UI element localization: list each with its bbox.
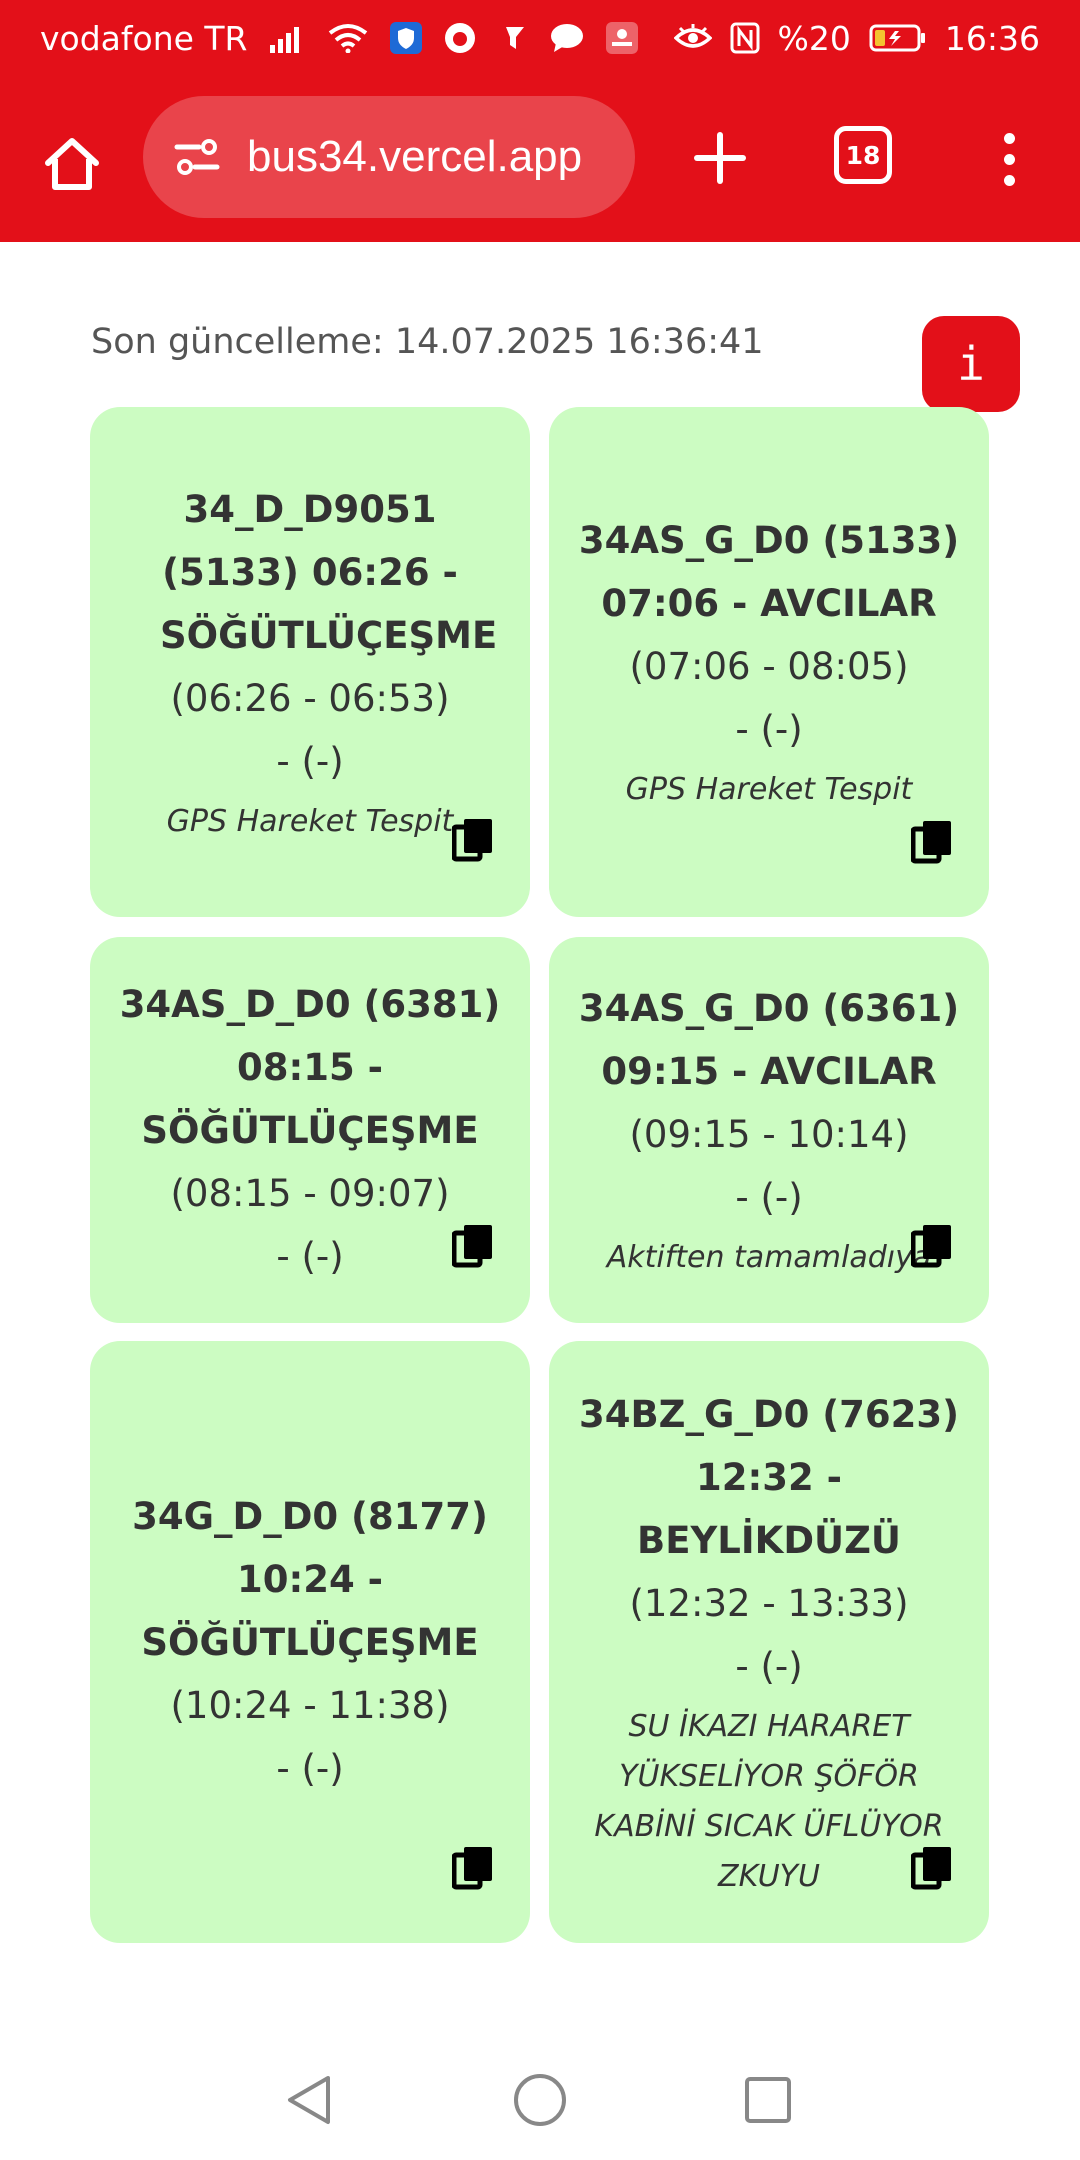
- trip-note: Aktiften tamamladıya: [606, 1240, 932, 1275]
- site-settings-icon[interactable]: [173, 137, 221, 177]
- shield-app-icon: [389, 22, 422, 54]
- plus-icon: [694, 132, 746, 184]
- recents-button[interactable]: [738, 2070, 798, 2130]
- trip-title: 34G_D_D0 (8177) 10:24 - SÖĞÜTLÜÇEŞME: [132, 1494, 488, 1664]
- trip-card: 34BZ_G_D0 (7623) 12:32 - BEYLİKDÜZÜ (12:…: [549, 1341, 989, 1943]
- square-recents-icon: [745, 2077, 791, 2123]
- pin-icon: [498, 23, 528, 53]
- tab-switcher-button[interactable]: 18: [834, 126, 892, 184]
- copy-icon[interactable]: [911, 1845, 953, 1891]
- battery-icon: [869, 23, 927, 53]
- carrier-name: vodafone TR: [40, 18, 248, 58]
- vodafone-icon: [444, 22, 476, 54]
- chat-icon: [550, 23, 584, 53]
- browser-toolbar: bus34.vercel.app 18: [0, 76, 1080, 242]
- eye-icon: [673, 24, 712, 52]
- trip-time-range: (09:15 - 10:14): [629, 1113, 909, 1156]
- trip-note: SU İKAZI HARARET YÜKSELİYOR ŞÖFÖR KABİNİ…: [594, 1708, 944, 1894]
- trip-title: 34BZ_G_D0 (7623) 12:32 - BEYLİKDÜZÜ: [578, 1392, 960, 1562]
- copy-icon[interactable]: [911, 1223, 953, 1269]
- app-badge-icon: [605, 22, 638, 54]
- trip-time-range: (10:24 - 11:38): [170, 1683, 450, 1727]
- copy-icon[interactable]: [452, 1223, 494, 1269]
- trip-title: 34AS_D_D0 (6381) 08:15 - SÖĞÜTLÜÇEŞME: [119, 982, 501, 1152]
- trip-card: 34AS_G_D0 (6361) 09:15 - AVCILAR (09:15 …: [549, 937, 989, 1323]
- copy-icon[interactable]: [452, 1845, 494, 1891]
- trip-extra: - (-): [276, 1746, 344, 1790]
- signal-icon: [269, 23, 306, 53]
- url-text: bus34.vercel.app: [247, 132, 583, 181]
- circle-home-icon: [514, 2074, 566, 2126]
- trip-extra: - (-): [735, 708, 803, 751]
- copy-icon[interactable]: [452, 817, 494, 863]
- trip-note: GPS Hareket Tespit: [625, 772, 913, 807]
- trip-time-range: (08:15 - 09:07): [170, 1171, 450, 1215]
- trip-extra: - (-): [735, 1176, 803, 1219]
- home-nav-button[interactable]: [510, 2070, 570, 2130]
- trip-note: GPS Hareket Tespit: [166, 803, 454, 839]
- back-icon: [288, 2076, 330, 2124]
- battery-percent: %20: [777, 18, 851, 58]
- trip-title: 34AS_G_D0 (6361) 09:15 - AVCILAR: [578, 987, 960, 1093]
- wifi-icon: [328, 23, 368, 53]
- clock: 16:36: [944, 18, 1040, 58]
- trip-title: 34_D_D9051 (5133) 06:26 - SÖĞÜTLÜÇEŞME: [160, 487, 498, 657]
- trip-time-range: (12:32 - 13:33): [629, 1581, 909, 1625]
- home-icon: [45, 138, 99, 190]
- trip-extra: - (-): [276, 1234, 344, 1278]
- trip-extra: - (-): [276, 739, 344, 783]
- url-bar[interactable]: bus34.vercel.app: [143, 96, 635, 218]
- trip-time-range: (07:06 - 08:05): [629, 645, 909, 688]
- trip-card: 34G_D_D0 (8177) 10:24 - SÖĞÜTLÜÇEŞME (10…: [90, 1341, 530, 1943]
- back-button[interactable]: [279, 2070, 339, 2130]
- trip-card: 34AS_D_D0 (6381) 08:15 - SÖĞÜTLÜÇEŞME (0…: [90, 937, 530, 1323]
- nfc-icon: [730, 22, 760, 54]
- status-bar: vodafone TR %20 16:36: [0, 0, 1080, 76]
- trip-card: 34AS_G_D0 (5133) 07:06 - AVCILAR (07:06 …: [549, 407, 989, 917]
- trip-card: 34_D_D9051 (5133) 06:26 - SÖĞÜTLÜÇEŞME (…: [90, 407, 530, 917]
- new-tab-button[interactable]: [684, 122, 756, 194]
- home-button[interactable]: [36, 128, 108, 200]
- last-update-text: Son güncelleme: 14.07.2025 16:36:41: [91, 322, 764, 362]
- trip-title: 34AS_G_D0 (5133) 07:06 - AVCILAR: [578, 519, 960, 625]
- copy-icon[interactable]: [911, 819, 953, 865]
- trip-time-range: (06:26 - 06:53): [170, 676, 450, 720]
- more-menu-icon[interactable]: [984, 124, 1034, 194]
- info-button[interactable]: i: [922, 316, 1020, 412]
- system-nav-bar: [0, 2040, 1080, 2160]
- trip-extra: - (-): [735, 1644, 803, 1688]
